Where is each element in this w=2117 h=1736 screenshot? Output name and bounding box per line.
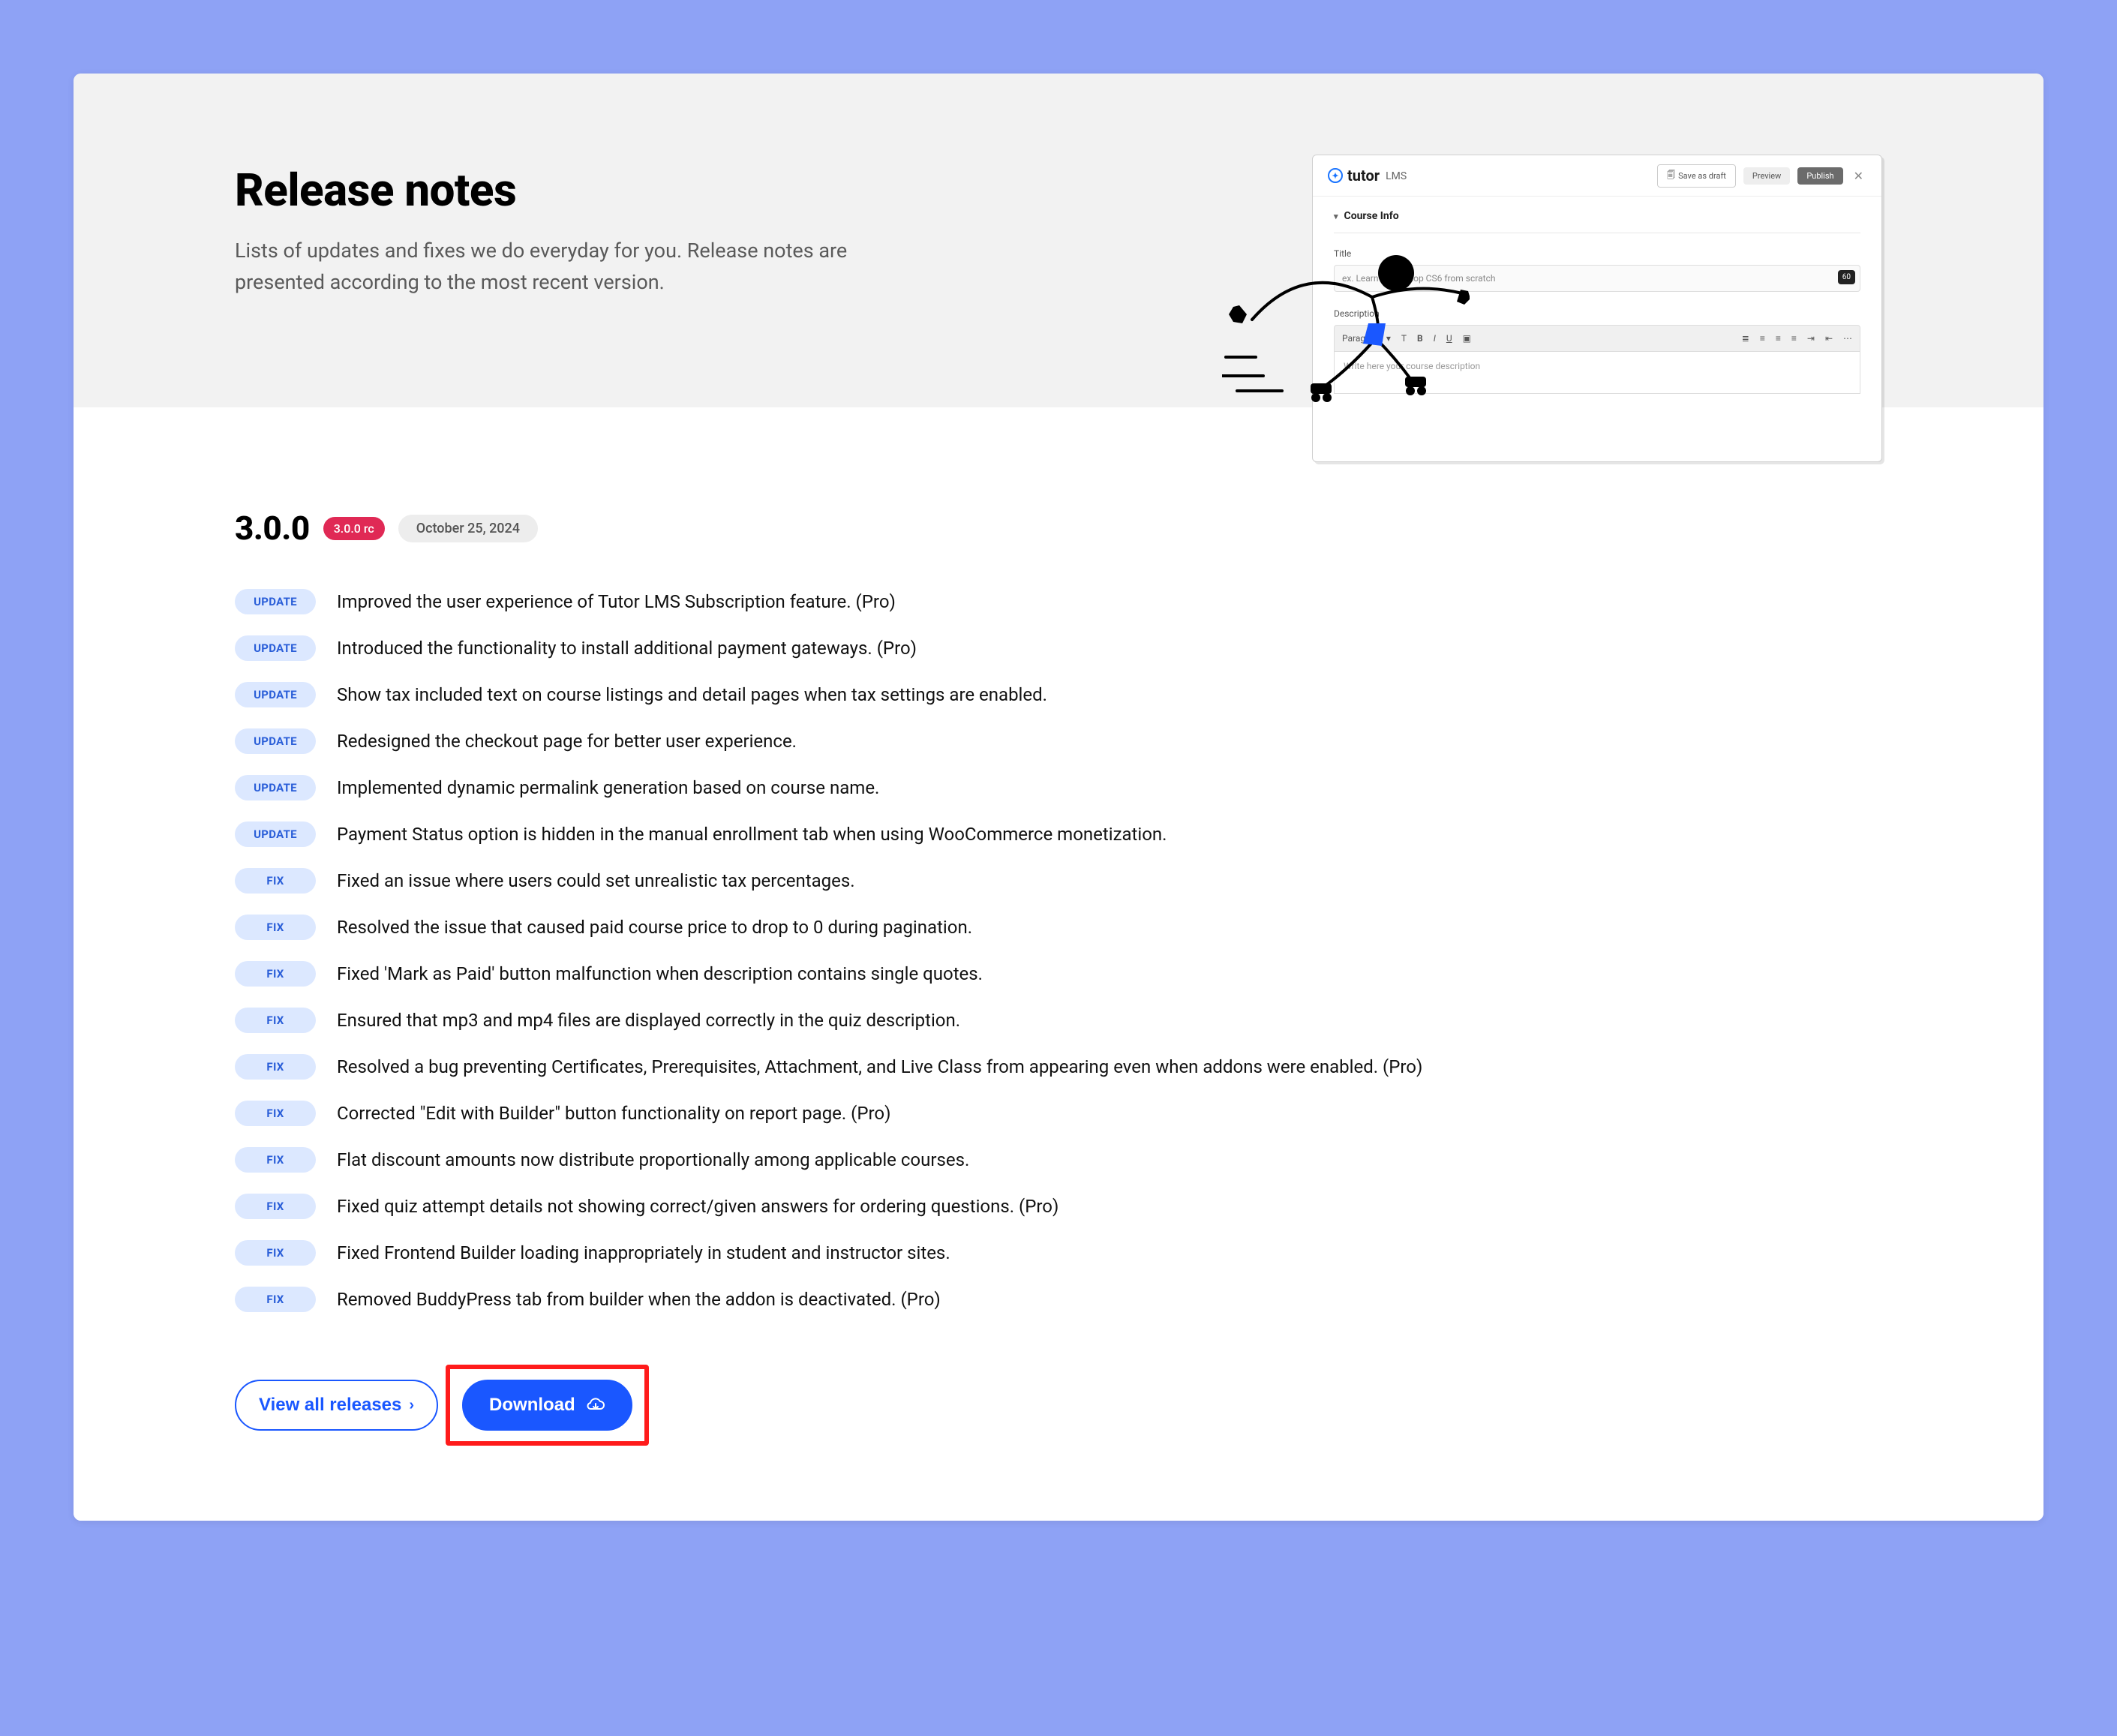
download-button[interactable]: Download [462,1380,632,1431]
align-left-icon[interactable]: ≡ [1760,333,1765,344]
release-item: UPDATE Payment Status option is hidden in… [235,821,1882,847]
update-badge: UPDATE [235,589,316,614]
release-item: UPDATE Redesigned the checkout page for b… [235,728,1882,754]
update-badge: UPDATE [235,821,316,847]
chevron-right-icon: › [409,1397,414,1414]
release-item-text: Fixed 'Mark as Paid' button malfunction … [337,963,1882,984]
release-item: FIX Resolved the issue that caused paid c… [235,915,1882,940]
mock-preview-label: Preview [1752,171,1781,181]
cloud-download-icon [586,1397,605,1413]
fix-badge: FIX [235,1287,316,1312]
outdent-icon[interactable]: ⇤ [1825,333,1833,344]
view-all-releases-label: View all releases [259,1395,401,1416]
mock-save-draft-button[interactable]: 🗐 Save as draft [1657,164,1736,188]
mock-top-buttons: 🗐 Save as draft Preview Publish ✕ [1657,164,1866,188]
more-icon[interactable]: ⋯ [1843,333,1852,344]
release-item: FIX Ensured that mp3 and mp4 files are di… [235,1008,1882,1033]
release-item: FIX Fixed Frontend Builder loading inappr… [235,1240,1882,1266]
align-right-icon[interactable]: ≡ [1791,333,1797,344]
release-item: UPDATE Introduced the functionality to in… [235,635,1882,661]
release-item: FIX Corrected "Edit with Builder" button … [235,1101,1882,1126]
list-bullets-icon[interactable]: ≣ [1742,333,1749,344]
update-badge: UPDATE [235,728,316,754]
release-rc-badge: 3.0.0 rc [323,517,385,540]
release-item-text: Resolved the issue that caused paid cour… [337,917,1882,938]
release-date-badge: October 25, 2024 [398,515,538,542]
input-char-counter: 60 [1838,270,1855,284]
fix-badge: FIX [235,1101,316,1126]
mock-publish-label: Publish [1806,171,1833,181]
update-badge: UPDATE [235,775,316,800]
release-item: FIX Resolved a bug preventing Certificate… [235,1054,1882,1080]
release-item: UPDATE Implemented dynamic permalink gene… [235,775,1882,800]
mock-logo: ✦ tutor LMS [1328,167,1407,185]
release-item: FIX Flat discount amounts now distribute … [235,1147,1882,1173]
page-subtitle: Lists of updates and fixes we do everyda… [235,236,850,299]
release-item-text: Introduced the functionality to install … [337,638,1882,659]
page-title: Release notes [235,164,850,217]
fix-badge: FIX [235,1240,316,1266]
mock-save-draft-label: Save as draft [1678,171,1726,181]
view-all-releases-button[interactable]: View all releases › [235,1380,438,1431]
fix-badge: FIX [235,1194,316,1219]
release-header: 3.0.0 3.0.0 rc October 25, 2024 [235,509,1882,548]
mock-publish-button[interactable]: Publish [1797,167,1842,185]
align-center-icon[interactable]: ≡ [1776,333,1781,344]
release-item-text: Flat discount amounts now distribute pro… [337,1149,1882,1170]
close-icon[interactable]: ✕ [1851,169,1866,183]
release-item-text: Fixed Frontend Builder loading inappropr… [337,1242,1882,1263]
fix-badge: FIX [235,868,316,894]
save-icon: 🗐 [1667,169,1675,183]
fix-badge: FIX [235,1008,316,1033]
fix-badge: FIX [235,1054,316,1080]
mock-topbar: ✦ tutor LMS 🗐 Save as draft Preview [1313,155,1881,197]
hero-illustration: ✦ tutor LMS 🗐 Save as draft Preview [1290,155,1882,413]
fix-badge: FIX [235,1147,316,1173]
release-item: FIX Removed BuddyPress tab from builder w… [235,1287,1882,1312]
release-item-text: Corrected "Edit with Builder" button fun… [337,1103,1882,1124]
logo-mark-icon: ✦ [1328,168,1343,183]
release-item-text: Improved the user experience of Tutor LM… [337,591,1882,612]
release-item-text: Fixed quiz attempt details not showing c… [337,1196,1882,1217]
release-item: FIX Fixed 'Mark as Paid' button malfuncti… [235,961,1882,987]
fix-badge: FIX [235,915,316,940]
release-version: 3.0.0 [235,509,310,548]
release-item-text: Ensured that mp3 and mp4 files are displ… [337,1010,1882,1031]
mock-preview-button[interactable]: Preview [1743,167,1790,185]
page-card: Release notes Lists of updates and fixes… [74,74,2043,1521]
update-badge: UPDATE [235,682,316,707]
skater-illustration [1222,207,1470,406]
logo-suffix-text: LMS [1386,170,1407,182]
release-item-text: Fixed an issue where users could set unr… [337,870,1882,891]
release-content: 3.0.0 3.0.0 rc October 25, 2024 UPDATE Im… [74,407,2043,1521]
release-item-text: Show tax included text on course listing… [337,684,1882,705]
release-item: FIX Fixed quiz attempt details not showin… [235,1194,1882,1219]
release-item-text: Redesigned the checkout page for better … [337,731,1882,752]
release-item: FIX Fixed an issue where users could set … [235,868,1882,894]
release-item: UPDATE Improved the user experience of Tu… [235,589,1882,614]
button-row: View all releases › Download [235,1380,1882,1431]
logo-brand-text: tutor [1347,167,1380,185]
hero-section: Release notes Lists of updates and fixes… [74,74,2043,407]
release-items-list: UPDATE Improved the user experience of Tu… [235,589,1882,1312]
release-item-text: Removed BuddyPress tab from builder when… [337,1289,1882,1310]
fix-badge: FIX [235,961,316,987]
download-label: Download [489,1395,575,1416]
release-item-text: Implemented dynamic permalink generation… [337,777,1882,798]
update-badge: UPDATE [235,635,316,661]
indent-icon[interactable]: ⇥ [1807,333,1815,344]
release-item-text: Payment Status option is hidden in the m… [337,824,1882,845]
release-item-text: Resolved a bug preventing Certificates, … [337,1056,1882,1077]
release-item: UPDATE Show tax included text on course l… [235,682,1882,707]
